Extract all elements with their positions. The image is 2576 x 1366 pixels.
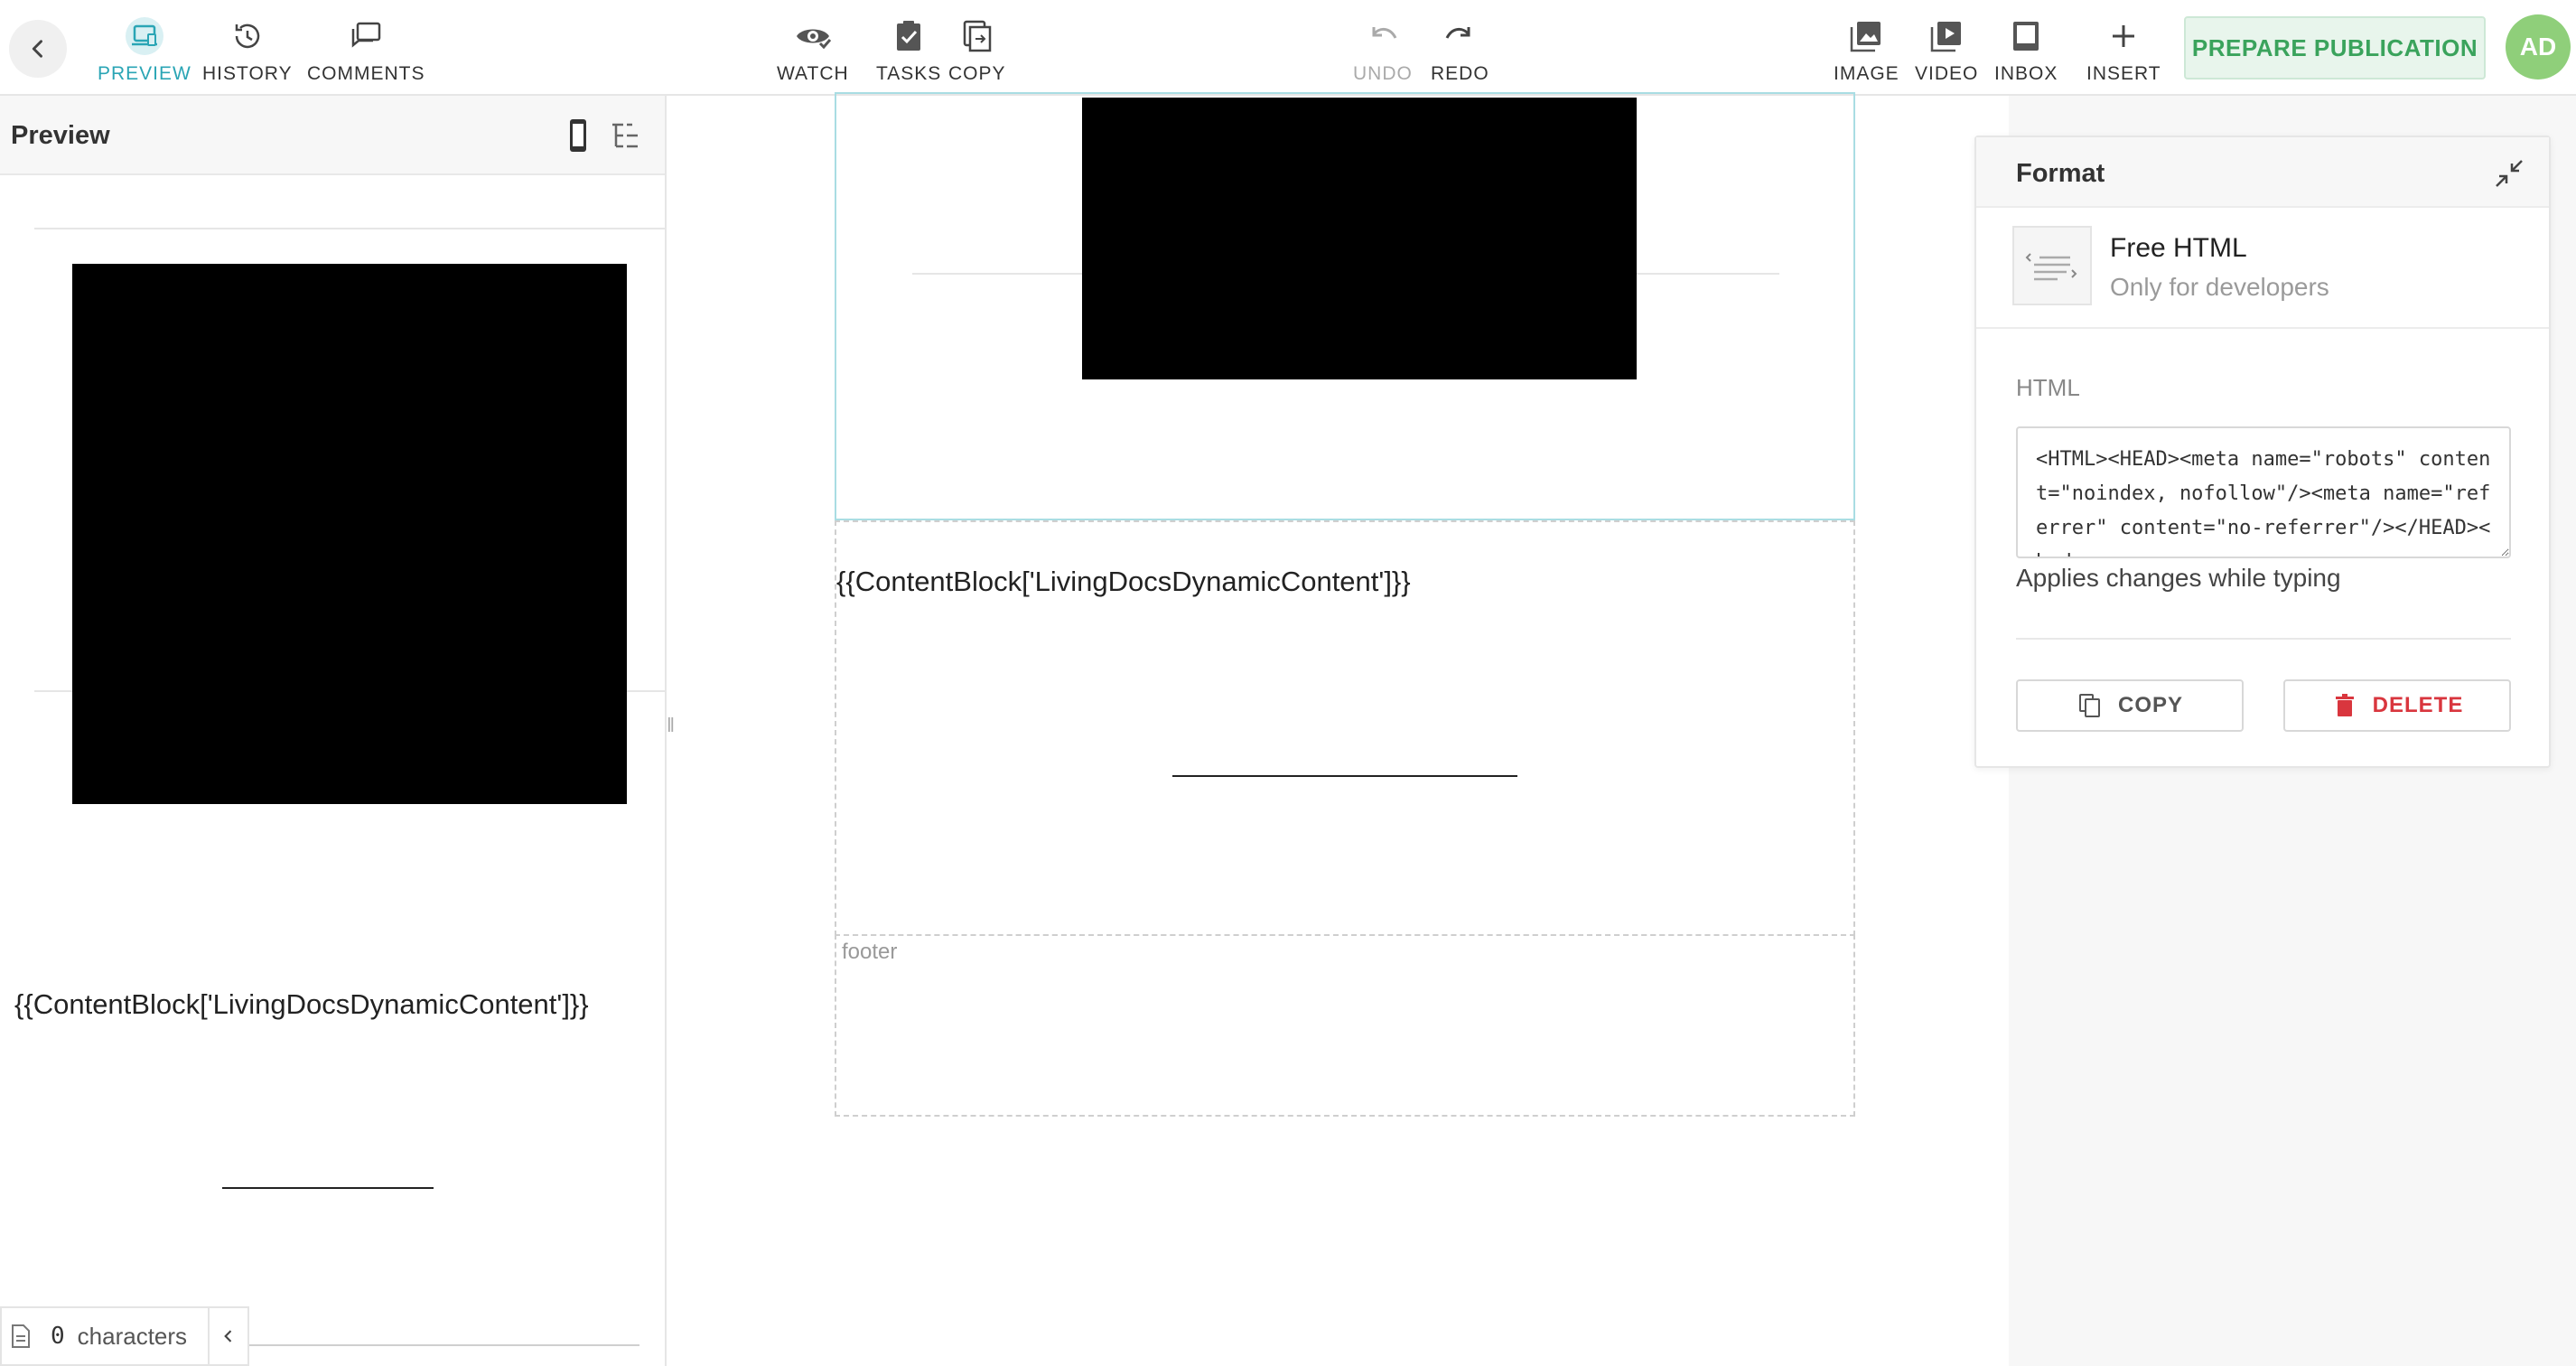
redo-label: REDO xyxy=(1431,63,1489,84)
copy-button-label: COPY xyxy=(2117,693,2183,717)
avatar[interactable]: AD xyxy=(2506,14,2571,80)
component-name: Free HTML xyxy=(2110,233,2247,263)
mobile-device-icon[interactable] xyxy=(558,116,598,155)
format-panel-title: Format xyxy=(2016,159,2105,188)
copy-toolbar-label: COPY xyxy=(948,63,1006,84)
history-icon xyxy=(235,23,260,49)
chevron-left-icon xyxy=(224,1330,232,1343)
history-label: HISTORY xyxy=(202,63,293,84)
comments-icon xyxy=(352,22,381,48)
preview-divider xyxy=(34,690,72,692)
inbox-button[interactable]: INBOX xyxy=(1994,16,2058,85)
preview-header: Preview xyxy=(0,96,665,175)
tree-structure-icon[interactable] xyxy=(605,116,645,155)
preview-divider xyxy=(627,690,665,692)
prepare-publication-button[interactable]: PREPARE PUBLICATION xyxy=(2184,16,2486,80)
copy-toolbar-button[interactable]: COPY xyxy=(948,16,1006,85)
preview-divider xyxy=(34,228,665,229)
preview-button[interactable]: PREVIEW xyxy=(98,16,191,85)
plus-icon xyxy=(2113,25,2135,47)
image-button[interactable]: IMAGE xyxy=(1834,16,1899,85)
comments-button[interactable]: COMMENTS xyxy=(307,16,425,85)
document-icon xyxy=(12,1324,30,1348)
image-label: IMAGE xyxy=(1834,63,1899,84)
character-counter: 0 characters xyxy=(0,1306,249,1366)
video-button[interactable]: VIDEO xyxy=(1915,16,1978,85)
preview-image xyxy=(72,264,627,804)
eye-icon xyxy=(796,29,831,50)
canvas-dynamic-content: {{ContentBlock['LivingDocsDynamicContent… xyxy=(836,566,1411,597)
video-icon xyxy=(1930,22,1962,52)
collapse-counter-button[interactable] xyxy=(208,1308,247,1364)
copy-button[interactable]: COPY xyxy=(2016,679,2244,732)
image-icon xyxy=(1851,22,1881,52)
html-field-label: HTML xyxy=(2016,374,2080,401)
inbox-icon xyxy=(2013,22,2039,51)
video-label: VIDEO xyxy=(1915,63,1979,84)
dynamic-content-block[interactable]: {{ContentBlock['LivingDocsDynamicContent… xyxy=(835,520,1855,936)
panel-resize-handle[interactable]: ‖ xyxy=(667,714,675,737)
character-count-value: 0 xyxy=(51,1323,65,1350)
chevron-left-icon xyxy=(32,40,42,58)
preview-divider xyxy=(249,1344,639,1346)
collapse-icon[interactable] xyxy=(2491,155,2527,192)
watch-label: WATCH xyxy=(777,63,849,84)
history-button[interactable]: HISTORY xyxy=(202,16,293,85)
footer-label: footer xyxy=(842,940,898,964)
delete-button-label: DELETE xyxy=(2372,693,2464,717)
preview-label: PREVIEW xyxy=(98,63,191,84)
back-button[interactable] xyxy=(9,20,67,78)
format-panel-divider xyxy=(2016,638,2511,640)
component-description: Only for developers xyxy=(2110,273,2329,301)
trash-icon xyxy=(2335,694,2354,716)
copy-icon xyxy=(963,20,991,52)
preview-icon xyxy=(125,17,163,55)
app-root: PREVIEW HISTORY COMMENTS WATCH TASKS COP… xyxy=(0,0,2576,1366)
undo-label: UNDO xyxy=(1353,63,1413,84)
comments-label: COMMENTS xyxy=(307,63,425,84)
preview-dynamic-content: {{ContentBlock['LivingDocsDynamicContent… xyxy=(14,988,589,1020)
applies-changes-note: Applies changes while typing xyxy=(2016,564,2341,592)
delete-button[interactable]: DELETE xyxy=(2283,679,2511,732)
preview-link-underline xyxy=(222,1187,434,1189)
watch-button[interactable]: WATCH xyxy=(777,16,849,85)
selected-html-block[interactable] xyxy=(835,92,1855,520)
redo-icon xyxy=(1446,27,1470,39)
tasks-label: TASKS xyxy=(876,63,942,84)
canvas-link-underline xyxy=(1172,775,1517,777)
clipboard-check-icon xyxy=(897,21,921,51)
inbox-label: INBOX xyxy=(1994,63,2058,84)
format-panel-header: Format xyxy=(1976,137,2549,208)
canvas-image xyxy=(1082,98,1637,379)
component-type: Free HTML Only for developers xyxy=(1976,208,2549,329)
undo-icon xyxy=(1372,27,1397,39)
insert-button[interactable]: INSERT xyxy=(2086,16,2161,85)
insert-label: INSERT xyxy=(2086,63,2161,84)
redo-button[interactable]: REDO xyxy=(1431,16,1489,85)
top-toolbar: PREVIEW HISTORY COMMENTS WATCH TASKS COP… xyxy=(0,0,2576,96)
free-html-icon xyxy=(2012,226,2092,305)
format-panel: Format Free HTML Only for developers HTM… xyxy=(1974,136,2551,768)
tasks-button[interactable]: TASKS xyxy=(876,16,941,85)
editor-canvas: {{ContentBlock['LivingDocsDynamicContent… xyxy=(679,92,2009,1366)
html-textarea[interactable]: <HTML><HEAD><meta name="robots" content=… xyxy=(2016,426,2511,558)
undo-button[interactable]: UNDO xyxy=(1353,16,1413,85)
copy-icon xyxy=(2078,694,2100,717)
preview-title: Preview xyxy=(11,121,110,150)
footer-block[interactable]: footer xyxy=(835,934,1855,1117)
preview-panel: Preview {{ContentBlock['LivingDocsDynami… xyxy=(0,96,667,1366)
character-count-label: characters xyxy=(77,1322,188,1350)
